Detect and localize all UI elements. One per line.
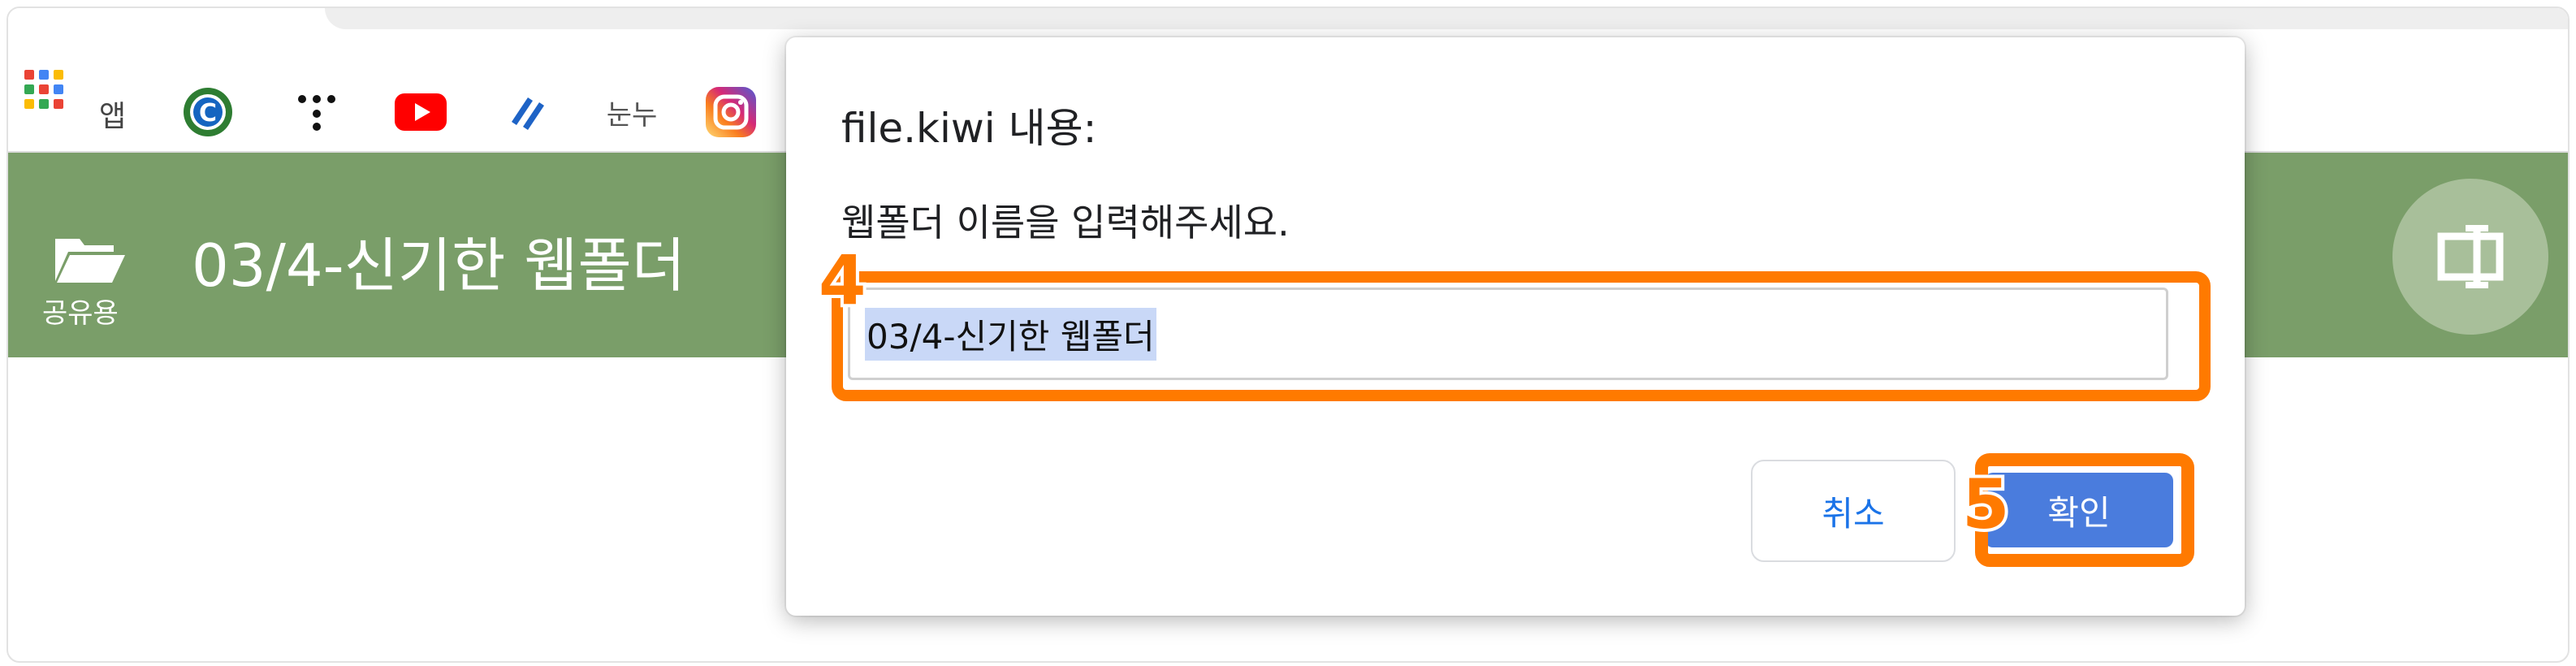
instagram-icon[interactable] [705,87,757,137]
apps-grid-icon[interactable] [18,65,70,114]
tab-strip [8,8,2568,29]
nunu-logo[interactable]: 눈누 [599,88,664,136]
svg-text:C: C [199,99,217,128]
browser-window: 앱 C 눈누 공유용 03/4-신기한 웹폴더 file.kiwi 내용: 웹폴… [6,6,2570,663]
folder-open-icon[interactable] [52,234,127,288]
folder-caption: 공유용 [42,297,119,330]
confirm-button[interactable]: 확인 [1985,473,2173,547]
prompt-dialog: file.kiwi 내용: 웹폴더 이름을 입력해주세요. 03/4-신기한 웹… [786,37,2245,616]
step-number-4: 4 [815,237,870,323]
step-number-5: 5 [1959,461,2013,547]
active-tab-edge [325,8,2568,29]
input-selected-text: 03/4-신기한 웹폴더 [865,307,1156,361]
bookmark-apps-label[interactable]: 앱 [99,89,126,138]
cancel-button[interactable]: 취소 [1751,460,1956,562]
rename-icon [2437,225,2504,288]
dots-icon[interactable] [294,88,339,136]
youtube-icon[interactable] [395,88,447,136]
dialog-title: file.kiwi 내용: [841,105,1097,152]
flag-icon[interactable] [505,88,551,136]
folder-name-input[interactable]: 03/4-신기한 웹폴더 [848,288,2168,380]
folder-title: 03/4-신기한 웹폴더 [192,231,685,300]
c-circle-icon[interactable]: C [182,88,234,136]
rename-action-button[interactable] [2392,179,2548,335]
dialog-message: 웹폴더 이름을 입력해주세요. [841,201,1290,244]
